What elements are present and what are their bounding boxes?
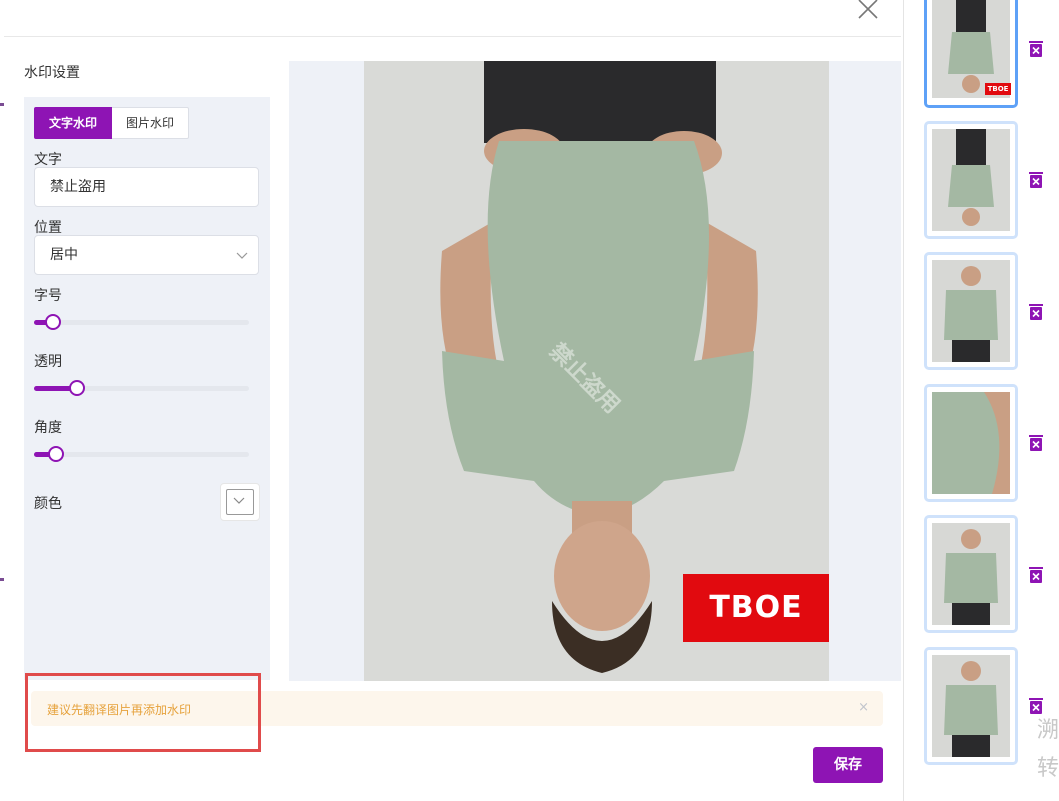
side-overflow-text: 转 <box>1037 756 1059 781</box>
preview-area: 禁止盗用 TBOE <box>289 61 901 681</box>
side-overflow-text: 溯 <box>1037 718 1059 743</box>
close-button[interactable] <box>855 0 881 22</box>
position-select[interactable]: 居中 <box>34 235 259 275</box>
font-size-slider[interactable] <box>34 314 249 330</box>
brand-logo: TBOE <box>683 574 829 642</box>
alert-close-button[interactable]: × <box>858 700 869 715</box>
slider-thumb[interactable] <box>47 446 64 462</box>
thumbnail-upside-down-front[interactable]: TBOE <box>924 0 1018 108</box>
watermark-text-input[interactable]: 禁止盗用 <box>34 167 259 207</box>
thumbnail-image <box>932 392 1010 494</box>
text-label: 文字 <box>34 152 62 168</box>
preview-image: 禁止盗用 TBOE <box>364 61 829 681</box>
slider-thumb[interactable] <box>45 314 62 330</box>
highlight-annotation-box <box>25 673 261 752</box>
thumbnail-front[interactable] <box>924 252 1018 370</box>
trash-icon[interactable] <box>1028 171 1044 189</box>
thumbnail-back[interactable] <box>924 647 1018 765</box>
chevron-down-icon <box>236 252 248 259</box>
thumbnail-image <box>932 260 1010 362</box>
tab-text-watermark[interactable]: 文字水印 <box>34 107 113 139</box>
font-size-label: 字号 <box>34 288 62 304</box>
trash-icon[interactable] <box>1028 303 1044 321</box>
angle-label: 角度 <box>34 420 62 436</box>
opacity-label: 透明 <box>34 354 62 370</box>
color-picker[interactable] <box>220 483 260 521</box>
thumbnail-side[interactable] <box>924 515 1018 633</box>
opacity-slider[interactable] <box>34 380 249 396</box>
chevron-down-icon <box>233 497 245 504</box>
close-icon <box>858 0 878 19</box>
position-label: 位置 <box>34 220 62 236</box>
watermark-type-tabs: 文字水印 图片水印 <box>34 107 190 139</box>
thumbnail-image <box>932 655 1010 757</box>
watermark-dialog: 水印设置 文字水印 图片水印 文字 禁止盗用 位置 居中 字号 透明 角度 颜色… <box>4 0 901 801</box>
thumbnail-rail-divider <box>903 0 904 801</box>
slider-rail <box>34 452 249 457</box>
position-value: 居中 <box>50 247 78 263</box>
trash-icon[interactable] <box>1028 40 1044 58</box>
save-button[interactable]: 保存 <box>813 747 883 783</box>
thumbnail-image <box>932 129 1010 231</box>
settings-title: 水印设置 <box>24 65 80 81</box>
color-label: 颜色 <box>34 496 62 512</box>
trash-icon[interactable] <box>1028 566 1044 584</box>
thumbnail-neck-detail[interactable] <box>924 384 1018 502</box>
slider-rail <box>34 320 249 325</box>
tab-image-watermark[interactable]: 图片水印 <box>112 107 190 139</box>
settings-panel: 文字水印 图片水印 文字 禁止盗用 位置 居中 字号 透明 角度 颜色 <box>24 97 270 680</box>
dialog-header <box>4 0 901 37</box>
thumbnail-badge: TBOE <box>985 83 1011 95</box>
thumbnail-image <box>932 523 1010 625</box>
angle-slider[interactable] <box>34 446 249 462</box>
trash-icon[interactable] <box>1028 434 1044 452</box>
thumbnail-upside-down-full[interactable] <box>924 121 1018 239</box>
slider-thumb[interactable] <box>69 380 85 396</box>
